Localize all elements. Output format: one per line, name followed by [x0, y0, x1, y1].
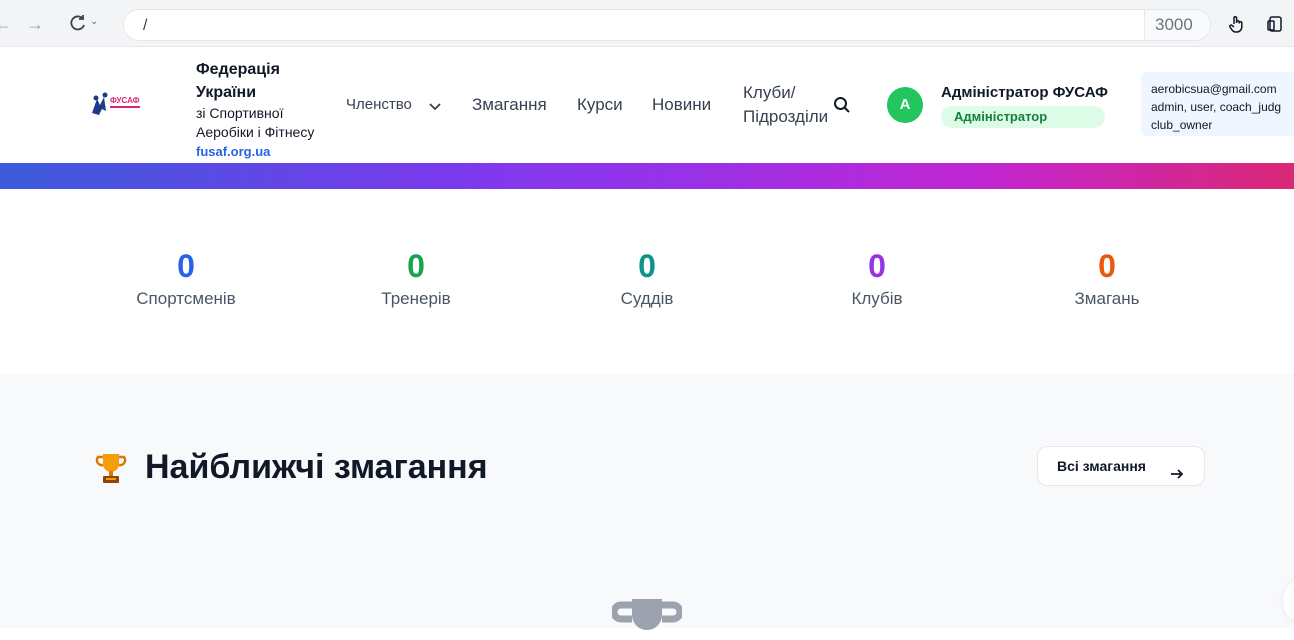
nav-competitions[interactable]: Змагання: [472, 95, 547, 115]
trophy-icon: [95, 451, 127, 485]
brand-subtitle-line1: зі Спортивної: [196, 105, 284, 121]
address-bar[interactable]: / 3000: [123, 9, 1211, 41]
stat-athletes-value: 0: [177, 248, 195, 284]
stat-judges: 0 Суддів: [547, 247, 747, 309]
role-badge: Адміністратор: [941, 106, 1105, 128]
stats-section: 0 Спортсменів 0 Тренерів 0 Суддів 0 Клуб…: [0, 189, 1294, 374]
stat-clubs-label: Клубів: [851, 289, 903, 308]
fusaf-logo[interactable]: ФУСАФ: [88, 91, 146, 121]
upcoming-competitions-section: Найближчі змагання Всі змагання: [0, 374, 1294, 630]
browser-toolbar: ← → ⌄ / 3000: [0, 0, 1294, 47]
svg-text:ФУСАФ: ФУСАФ: [110, 96, 140, 105]
empty-state-trophy-icon: [610, 595, 684, 635]
hand-icon[interactable]: [1227, 14, 1247, 34]
stat-athletes: 0 Спортсменів: [86, 247, 286, 309]
nav-clubs-line1: Клуби/: [743, 83, 796, 102]
stat-clubs-value: 0: [868, 248, 886, 284]
brand-url-link[interactable]: fusaf.org.ua: [196, 143, 341, 161]
all-competitions-button[interactable]: Всі змагання: [1037, 446, 1205, 486]
debug-roles-line2: club_owner: [1151, 118, 1213, 132]
nav-membership[interactable]: Членство: [346, 96, 412, 113]
stat-events-value: 0: [1098, 248, 1116, 284]
brand-title-line2: України: [196, 84, 257, 101]
url-text[interactable]: /: [143, 17, 147, 35]
chevron-down-icon[interactable]: [428, 99, 442, 111]
port-text: 3000: [1155, 15, 1193, 34]
user-debug-panel: aerobicsua@gmail.com admin, user, coach_…: [1141, 72, 1294, 136]
stat-judges-value: 0: [638, 248, 656, 284]
stat-athletes-label: Спортсменів: [136, 289, 236, 308]
stat-clubs: 0 Клубів: [777, 247, 977, 309]
debug-roles-line1: admin, user, coach_judg: [1151, 100, 1282, 114]
back-icon[interactable]: ←: [0, 13, 14, 35]
section-title: Найближчі змагання: [145, 448, 488, 486]
reload-icon[interactable]: [67, 13, 89, 35]
user-name: Адміністратор ФУСАФ: [941, 84, 1108, 101]
site-header: ФУСАФ Федерація України зі Спортивної Ае…: [0, 47, 1294, 163]
hero-gradient-strip: [0, 163, 1294, 189]
debug-email: aerobicsua@gmail.com: [1151, 82, 1277, 96]
avatar[interactable]: A: [887, 87, 923, 123]
stat-events-label: Змагань: [1074, 289, 1140, 308]
stat-coaches-label: Тренерів: [381, 289, 451, 308]
nav-news[interactable]: Новини: [652, 95, 711, 115]
side-floating-button[interactable]: [1283, 581, 1294, 621]
brand-block[interactable]: Федерація України зі Спортивної Аеробіки…: [196, 58, 341, 161]
device-icon[interactable]: [1265, 14, 1285, 34]
arrow-right-icon: [1169, 458, 1185, 479]
forward-icon[interactable]: →: [24, 13, 46, 35]
stat-coaches-value: 0: [407, 248, 425, 284]
nav-courses[interactable]: Курси: [577, 95, 623, 115]
nav-clubs[interactable]: Клуби/ Підрозділи: [743, 81, 838, 129]
stat-events: 0 Змагань: [1007, 247, 1207, 309]
port-badge: 3000: [1144, 10, 1210, 40]
brand-subtitle-line2: Аеробіки і Фітнесу: [196, 124, 315, 140]
brand-title-line1: Федерація: [196, 61, 280, 78]
all-competitions-label: Всі змагання: [1057, 458, 1146, 474]
stat-judges-label: Суддів: [620, 289, 674, 308]
stat-coaches: 0 Тренерів: [316, 247, 516, 309]
nav-clubs-line2: Підрозділи: [743, 107, 829, 126]
reload-menu-icon[interactable]: ⌄: [90, 16, 98, 27]
search-icon[interactable]: [833, 96, 851, 114]
